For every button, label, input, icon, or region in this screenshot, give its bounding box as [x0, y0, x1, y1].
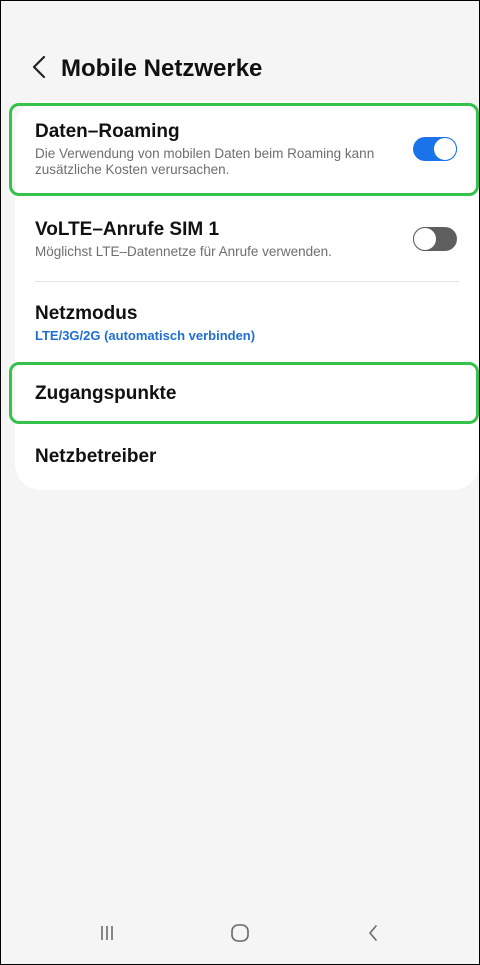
volte-sim1-toggle[interactable]	[413, 227, 457, 251]
access-points-row[interactable]: Zugangspunkte	[15, 363, 479, 424]
toggle-knob	[433, 137, 457, 161]
chevron-left-icon	[32, 55, 46, 84]
data-roaming-toggle[interactable]	[413, 137, 457, 161]
home-button[interactable]	[210, 915, 270, 955]
network-mode-row[interactable]: Netzmodus LTE/3G/2G (automatisch verbind…	[15, 282, 479, 363]
app-bar: Mobile Netzwerke	[1, 41, 479, 97]
recents-icon	[99, 925, 115, 946]
volte-sim1-subtitle: Möglichst LTE–Datennetze für Anrufe verw…	[35, 244, 332, 259]
data-roaming-title: Daten–Roaming	[35, 121, 180, 142]
network-operators-row[interactable]: Netzbetreiber	[15, 424, 479, 490]
system-back-button[interactable]	[343, 915, 403, 955]
access-points-title: Zugangspunkte	[35, 382, 177, 404]
access-points-text: Zugangspunkte	[35, 382, 459, 406]
network-mode-text: Netzmodus LTE/3G/2G (automatisch verbind…	[35, 302, 459, 344]
network-operators-title: Netzbetreiber	[35, 446, 157, 467]
back-icon	[367, 924, 379, 947]
data-roaming-row[interactable]: Daten–Roaming Die Verwendung von mobilen…	[15, 101, 479, 197]
volte-sim1-row[interactable]: VoLTE–Anrufe SIM 1 Möglichst LTE–Datenne…	[15, 197, 479, 281]
navigation-bar	[1, 906, 479, 964]
network-operators-text: Netzbetreiber	[35, 445, 459, 469]
network-mode-title: Netzmodus	[35, 302, 138, 324]
home-icon	[230, 923, 250, 948]
data-roaming-text: Daten–Roaming Die Verwendung von mobilen…	[35, 120, 397, 178]
screen: Mobile Netzwerke Daten–Roaming Die Verwe…	[0, 0, 480, 965]
settings-card: Daten–Roaming Die Verwendung von mobilen…	[15, 101, 479, 490]
back-button[interactable]	[11, 41, 67, 97]
volte-sim1-title: VoLTE–Anrufe SIM 1	[35, 219, 220, 240]
network-mode-value: LTE/3G/2G (automatisch verbinden)	[35, 327, 256, 343]
page-title: Mobile Netzwerke	[61, 55, 263, 82]
data-roaming-subtitle: Die Verwendung von mobilen Daten beim Ro…	[35, 146, 375, 177]
volte-sim1-text: VoLTE–Anrufe SIM 1 Möglichst LTE–Datenne…	[35, 218, 397, 260]
recents-button[interactable]	[77, 915, 137, 955]
toggle-knob	[413, 227, 437, 251]
